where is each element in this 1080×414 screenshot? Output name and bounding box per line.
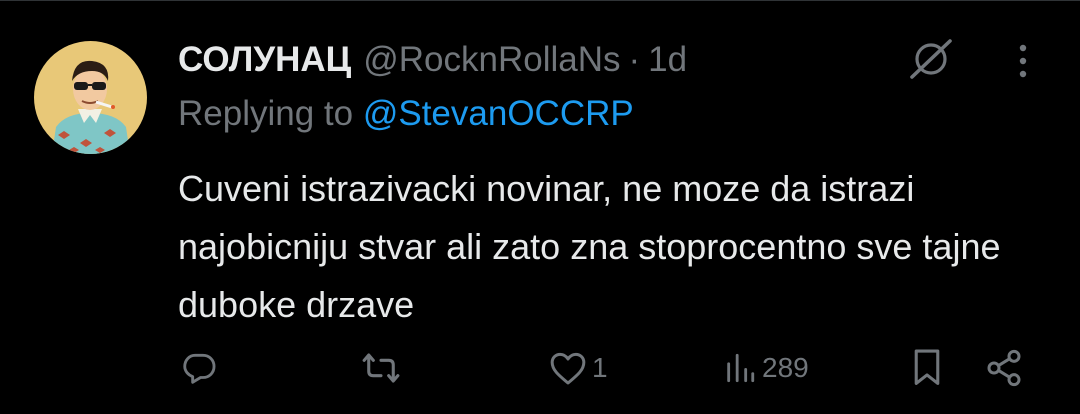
replying-to-label: Replying to <box>178 94 363 133</box>
tweet-text: Cuveni istrazivacki novinar, ne moze da … <box>178 168 1001 325</box>
bookmark-icon <box>911 348 943 388</box>
avatar[interactable] <box>34 41 147 154</box>
share-button[interactable] <box>984 340 1024 396</box>
retweet-icon <box>358 349 404 387</box>
more-icon[interactable] <box>1008 42 1038 80</box>
bookmark-button[interactable] <box>911 340 943 396</box>
user-handle[interactable]: @RocknRollaNs <box>363 40 620 80</box>
mention-link[interactable]: @StevanOCCRP <box>363 94 634 133</box>
retweet-button[interactable] <box>358 340 404 396</box>
like-count: 1 <box>592 352 608 383</box>
like-button[interactable]: 1 <box>548 340 608 396</box>
grok-icon[interactable] <box>904 36 958 82</box>
timestamp[interactable]: 1d <box>648 40 687 80</box>
views-count: 289 <box>762 352 809 383</box>
display-name[interactable]: СОЛУНАЦ <box>178 40 351 80</box>
reply-icon <box>180 349 218 387</box>
share-icon <box>984 348 1024 388</box>
heart-icon <box>548 349 588 387</box>
replying-to: Replying to @StevanOCCRP <box>178 94 634 134</box>
divider <box>0 0 1080 1</box>
reply-button[interactable] <box>180 340 218 396</box>
action-bar: 1 289 <box>0 340 1080 396</box>
separator-dot: · <box>628 40 641 79</box>
tweet-header: СОЛУНАЦ @RocknRollaNs · 1d <box>178 38 687 82</box>
views-icon <box>722 351 758 385</box>
views-button[interactable]: 289 <box>722 340 809 396</box>
